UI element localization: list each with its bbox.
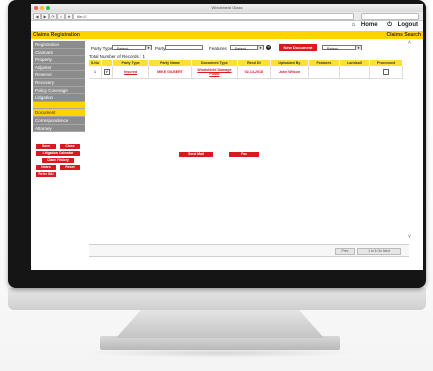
cell-landsall: [339, 66, 371, 79]
records-total: Total Number of Records : 1: [89, 54, 145, 59]
features-select[interactable]: --Select-- ▼: [230, 45, 264, 51]
pager-bar: Prev 1 to 6 Go Next: [89, 244, 409, 257]
app-top-bar: ⌂ Home ⏻ Logout: [31, 21, 423, 29]
notes-button[interactable]: Notes: [36, 165, 56, 171]
logout-link[interactable]: ⏻ Logout: [383, 22, 418, 28]
document-select-value: --Select--: [324, 46, 341, 51]
send-mail-button[interactable]: Send Mail: [179, 152, 213, 157]
monitor-bezel: Windshield Glass ◀ ▶ ⟳ ⌂ ★ file:/// ⌂ Ho…: [8, 0, 426, 288]
sidebar-item-adjuster[interactable]: Adjuster: [33, 63, 85, 72]
main-content: Party Type --Select-- ▼ Party Features -…: [89, 40, 417, 269]
cell-select[interactable]: ✔: [101, 66, 113, 79]
filter-row: Party Type --Select-- ▼ Party Features -…: [89, 44, 409, 52]
party-type-select[interactable]: --Select-- ▼: [112, 45, 152, 51]
chevron-down-icon: ▼: [145, 46, 151, 50]
party-type-label: Party Type: [91, 46, 113, 51]
cell-features: [308, 66, 340, 79]
sidebar-buttons: Save Close Litigation Calendar Claim His…: [33, 144, 85, 194]
cell-document-type[interactable]: Windshield Damage Photo: [191, 66, 239, 79]
total-value: 1: [142, 54, 146, 59]
features-label: Features: [209, 46, 227, 51]
cell-party-type[interactable]: Insured: [112, 66, 150, 79]
sidebar-item-registration[interactable]: Registration: [33, 41, 85, 49]
go-icon[interactable]: ➜: [266, 45, 271, 50]
action-row: Send Mail Fax: [89, 152, 409, 158]
chevron-down-icon: ▼: [257, 46, 263, 50]
logout-label: Logout: [397, 22, 418, 28]
documents-table: S.No Party Type Party Name Document Type…: [89, 60, 403, 79]
sidebar: Registration Claimant Property Adjuster …: [33, 41, 85, 269]
sidebar-item-document[interactable]: Document: [33, 109, 85, 117]
window-title: Windshield Glass: [211, 5, 243, 10]
cell-processed[interactable]: [369, 66, 403, 79]
save-button[interactable]: Save: [36, 144, 56, 150]
cell-sno: 1: [89, 66, 102, 79]
sidebar-item-claimant[interactable]: Claimant: [33, 48, 85, 57]
row-checkbox[interactable]: ✔: [103, 69, 110, 75]
page-title: Claims Registration: [33, 32, 80, 38]
cell-uploaded-by: John Wilson: [270, 66, 310, 79]
claim-history-button[interactable]: Claim History: [42, 158, 74, 164]
reset-button[interactable]: Reset: [60, 165, 80, 171]
party-label: Party: [155, 46, 166, 51]
sidebar-item-property[interactable]: Property: [33, 56, 85, 64]
close-button[interactable]: Close: [60, 144, 80, 150]
home-icon: ⌂: [351, 22, 356, 28]
prev-button[interactable]: Prev: [335, 248, 355, 255]
next-button[interactable]: 1 to 6 Go Next: [357, 248, 401, 255]
chevron-down-icon[interactable]: ˅: [408, 234, 411, 240]
sidebar-item-litigation[interactable]: Litigation: [33, 94, 85, 102]
home-button[interactable]: ⌂: [57, 13, 65, 20]
browser-toolbar: ◀ ▶ ⟳ ⌂ ★ file:///: [31, 12, 423, 21]
cell-recd-dt: 02-14-2018: [237, 66, 271, 79]
bookmark-button[interactable]: ★: [65, 13, 73, 20]
monitor-chin: [8, 288, 426, 310]
page-header-bar: Claims Registration Claims Search: [31, 31, 423, 39]
address-bar[interactable]: file:///: [73, 13, 354, 20]
refer-siu-button[interactable]: Refer SIU: [36, 172, 56, 178]
home-label: Home: [360, 22, 378, 28]
document-select[interactable]: --Select-- ▼: [322, 45, 362, 51]
screen: Windshield Glass ◀ ▶ ⟳ ⌂ ★ file:/// ⌂ Ho…: [31, 4, 423, 270]
sidebar-item-policy-coverage[interactable]: Policy Coverage: [33, 86, 85, 95]
monitor-stand-neck: [116, 310, 324, 338]
sidebar-item-reserve[interactable]: Reserve: [33, 71, 85, 79]
total-label: Total Number of Records :: [89, 54, 142, 59]
reload-button[interactable]: ⟳: [49, 13, 57, 20]
back-button[interactable]: ◀: [33, 13, 41, 20]
home-link[interactable]: ⌂ Home: [348, 22, 378, 28]
fax-button[interactable]: Fax: [229, 152, 259, 157]
sidebar-item-recovery[interactable]: Recovery: [33, 78, 85, 87]
chevron-down-icon: ▼: [355, 46, 361, 50]
sidebar-item-blank[interactable]: [33, 101, 85, 110]
forward-button[interactable]: ▶: [41, 13, 49, 20]
claims-search-link[interactable]: Claims Search: [387, 31, 421, 39]
processed-checkbox[interactable]: [383, 69, 390, 75]
logout-icon: ⏻: [387, 22, 392, 28]
table-row[interactable]: 1 ✔ Insured MIKE GILBERT Windshield Dama…: [89, 66, 403, 79]
chevron-up-icon[interactable]: ˄: [408, 40, 411, 46]
party-input[interactable]: [165, 45, 203, 50]
new-document-button[interactable]: New Document: [279, 44, 317, 51]
litigation-calendar-button[interactable]: Litigation Calendar: [36, 151, 80, 157]
features-value: --Select--: [232, 46, 249, 51]
cell-party-name: MIKE GILBERT: [148, 66, 192, 79]
top-links: ⌂ Home ⏻ Logout: [344, 22, 418, 29]
sidebar-item-attorney[interactable]: Attorney: [33, 124, 85, 133]
sidebar-item-correspondence[interactable]: Correspondence: [33, 116, 85, 125]
vertical-scrollbar[interactable]: ˄ ˅: [408, 40, 413, 241]
party-type-value: --Select--: [114, 46, 131, 51]
monitor-stand-base: [100, 336, 340, 350]
browser-search-input[interactable]: [361, 13, 419, 20]
